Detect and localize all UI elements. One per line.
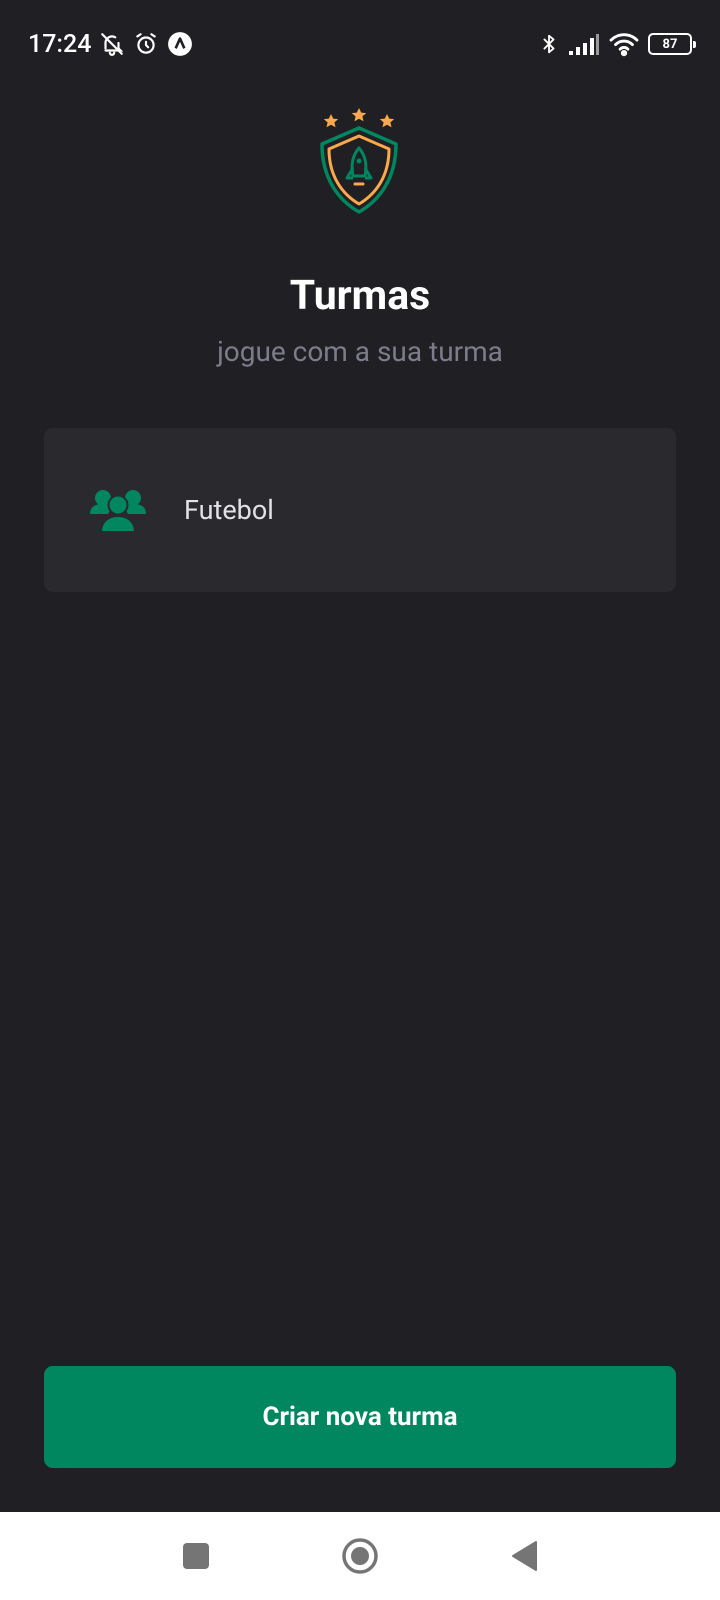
- app-notification-icon: [167, 31, 193, 57]
- bluetooth-icon: [538, 30, 560, 58]
- status-right: 87: [538, 30, 696, 58]
- system-nav-bar: [0, 1512, 720, 1600]
- group-name: Futebol: [184, 494, 274, 526]
- page-subtitle: jogue com a sua turma: [217, 335, 503, 368]
- recents-icon: [183, 1543, 209, 1569]
- wifi-icon: [608, 31, 640, 57]
- recents-button[interactable]: [172, 1532, 220, 1580]
- alarm-icon: [133, 31, 159, 57]
- status-time: 17:24: [28, 29, 92, 59]
- back-button[interactable]: [500, 1532, 548, 1580]
- create-group-button[interactable]: Criar nova turma: [44, 1366, 676, 1468]
- shield-rocket-icon: [320, 108, 398, 214]
- back-icon: [512, 1541, 537, 1571]
- status-left: 17:24: [28, 30, 193, 59]
- page-title: Turmas: [289, 272, 431, 320]
- users-three-icon: [90, 490, 146, 532]
- muted-bell-icon: [99, 31, 125, 57]
- home-button[interactable]: [336, 1532, 384, 1580]
- signal-icon: [568, 32, 600, 56]
- group-card-futebol[interactable]: Futebol: [44, 428, 676, 592]
- battery-icon: 87: [648, 33, 696, 55]
- status-bar: 17:24 87: [0, 0, 720, 88]
- home-icon: [342, 1538, 378, 1574]
